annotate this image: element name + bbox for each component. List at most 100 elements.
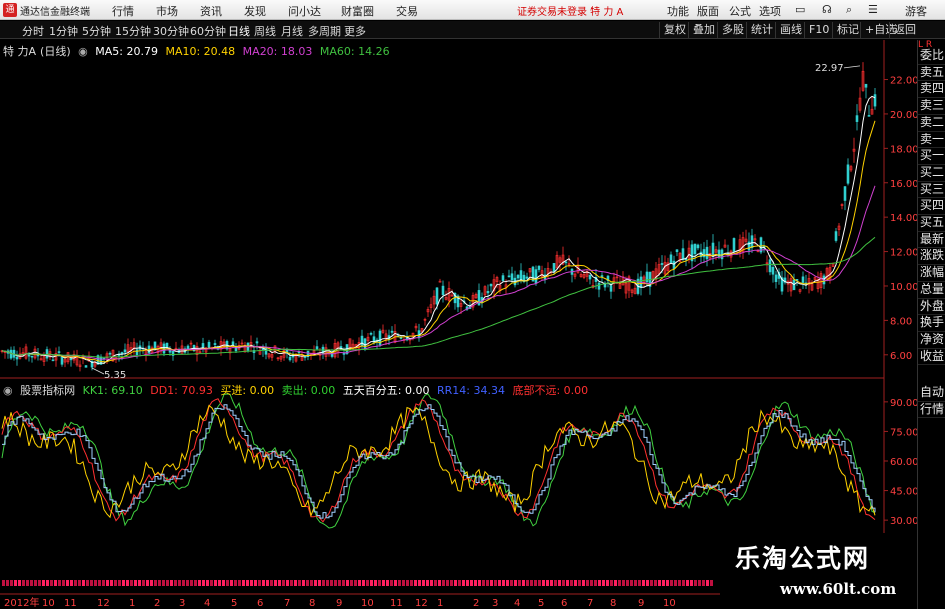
right-tab-1[interactable]: 卖五: [918, 65, 945, 82]
signal-bar: [506, 580, 509, 586]
right-tab-18[interactable]: 收益: [918, 349, 945, 366]
signal-bar: [190, 580, 193, 586]
candle-body: [207, 341, 211, 348]
kline-chart[interactable]: 22.0020.0018.0016.0014.0012.0010.008.006…: [0, 0, 945, 609]
candle-body: [774, 274, 778, 282]
low-annotation-arrow: [91, 367, 105, 375]
signal-bar: [270, 580, 273, 586]
signal-bar: [514, 580, 517, 586]
signal-bar: [298, 580, 301, 586]
date-tick-label: 9: [638, 598, 644, 609]
right-tab-10[interactable]: 买五: [918, 215, 945, 232]
right-tab-11[interactable]: 最新: [918, 232, 945, 249]
right-tab-15[interactable]: 外盘: [918, 299, 945, 316]
right-tab-0[interactable]: 委比: [918, 48, 945, 65]
date-tick-label: 12: [415, 598, 428, 609]
signal-bar: [470, 580, 473, 586]
right-tab-16[interactable]: 换手: [918, 315, 945, 332]
signal-bar: [38, 580, 41, 586]
signal-bar: [450, 580, 453, 586]
right-tab-12[interactable]: 涨跌: [918, 248, 945, 266]
ma60-line: [1, 236, 876, 358]
candle-body: [489, 283, 493, 287]
right-bottom-tab-1[interactable]: 行情: [918, 402, 945, 419]
low-annotation: 5.35: [104, 370, 126, 381]
signal-bar: [550, 580, 553, 586]
candle-body: [369, 332, 373, 335]
signal-bar: [102, 580, 105, 586]
candle-body: [516, 274, 520, 279]
right-tab-4[interactable]: 卖二: [918, 115, 945, 132]
candle-body: [162, 343, 166, 354]
candlestick-series: [0, 62, 877, 372]
signal-bar: [486, 580, 489, 586]
right-tab-3[interactable]: 卖三: [918, 98, 945, 115]
right-tab-5[interactable]: 卖一: [918, 132, 945, 149]
signal-bar: [354, 580, 357, 586]
signal-bar: [498, 580, 501, 586]
right-tab-2[interactable]: 卖四: [918, 81, 945, 99]
signal-bar: [462, 580, 465, 586]
signal-bar: [626, 580, 629, 586]
signal-bar: [654, 580, 657, 586]
signal-bar: [350, 580, 353, 586]
signal-bar: [594, 580, 597, 586]
right-tab-7[interactable]: 买二: [918, 165, 945, 182]
signal-bar: [406, 580, 409, 586]
settings-icon[interactable]: ◉: [78, 45, 88, 58]
signal-bar: [702, 580, 705, 586]
signal-bar: [258, 580, 261, 586]
candle-body: [51, 359, 55, 362]
indicator-tick-label: 30.00: [890, 516, 919, 527]
signal-bar: [186, 580, 189, 586]
right-tab-9[interactable]: 买四: [918, 198, 945, 216]
signal-bar: [22, 580, 25, 586]
signal-bar: [282, 580, 285, 586]
signal-bar: [522, 580, 525, 586]
date-tick-label: 3: [179, 598, 185, 609]
signal-bar: [642, 580, 645, 586]
high-annotation: 22.97: [815, 63, 844, 74]
signal-bar: [534, 580, 537, 586]
signal-bar: [438, 580, 441, 586]
signal-bar: [62, 580, 65, 586]
buy-value: 买进: 0.00: [220, 384, 275, 397]
candle-body: [255, 341, 259, 344]
right-tab-17[interactable]: 净资: [918, 332, 945, 349]
settings-icon[interactable]: ◉: [3, 384, 13, 397]
five-day-value: 五天百分五: 0.00: [342, 384, 430, 397]
signal-bar: [414, 580, 417, 586]
date-tick-label: 10: [42, 598, 55, 609]
signal-bar: [2, 580, 5, 586]
right-tab-8[interactable]: 买三: [918, 182, 945, 199]
right-tab-6[interactable]: 买一: [918, 148, 945, 165]
signal-bar: [542, 580, 545, 586]
signal-bar: [94, 580, 97, 586]
price-tick-label: 6.00: [890, 351, 912, 362]
signal-bar: [158, 580, 161, 586]
ma5-line: [1, 95, 876, 365]
signal-bar: [142, 580, 145, 586]
candle-body: [705, 246, 709, 260]
signal-bar: [390, 580, 393, 586]
signal-bar: [518, 580, 521, 586]
signal-bar: [538, 580, 541, 586]
signal-bar: [226, 580, 229, 586]
right-bottom-tab-0[interactable]: 自动: [918, 385, 945, 402]
signal-bar: [458, 580, 461, 586]
signal-bar: [362, 580, 365, 586]
signal-bar: [242, 580, 245, 586]
date-tick-label: 10: [663, 598, 676, 609]
signal-bar: [34, 580, 37, 586]
right-tab-13[interactable]: 涨幅: [918, 265, 945, 282]
signal-bar: [578, 580, 581, 586]
signal-bar: [558, 580, 561, 586]
right-tab-14[interactable]: 总量: [918, 282, 945, 299]
signal-bar: [634, 580, 637, 586]
signal-bar: [82, 580, 85, 586]
date-tick-label: 8: [309, 598, 315, 609]
signal-bar: [18, 580, 21, 586]
signal-bar: [686, 580, 689, 586]
price-tick-label: 22.00: [890, 76, 919, 87]
signal-bar: [566, 580, 569, 586]
